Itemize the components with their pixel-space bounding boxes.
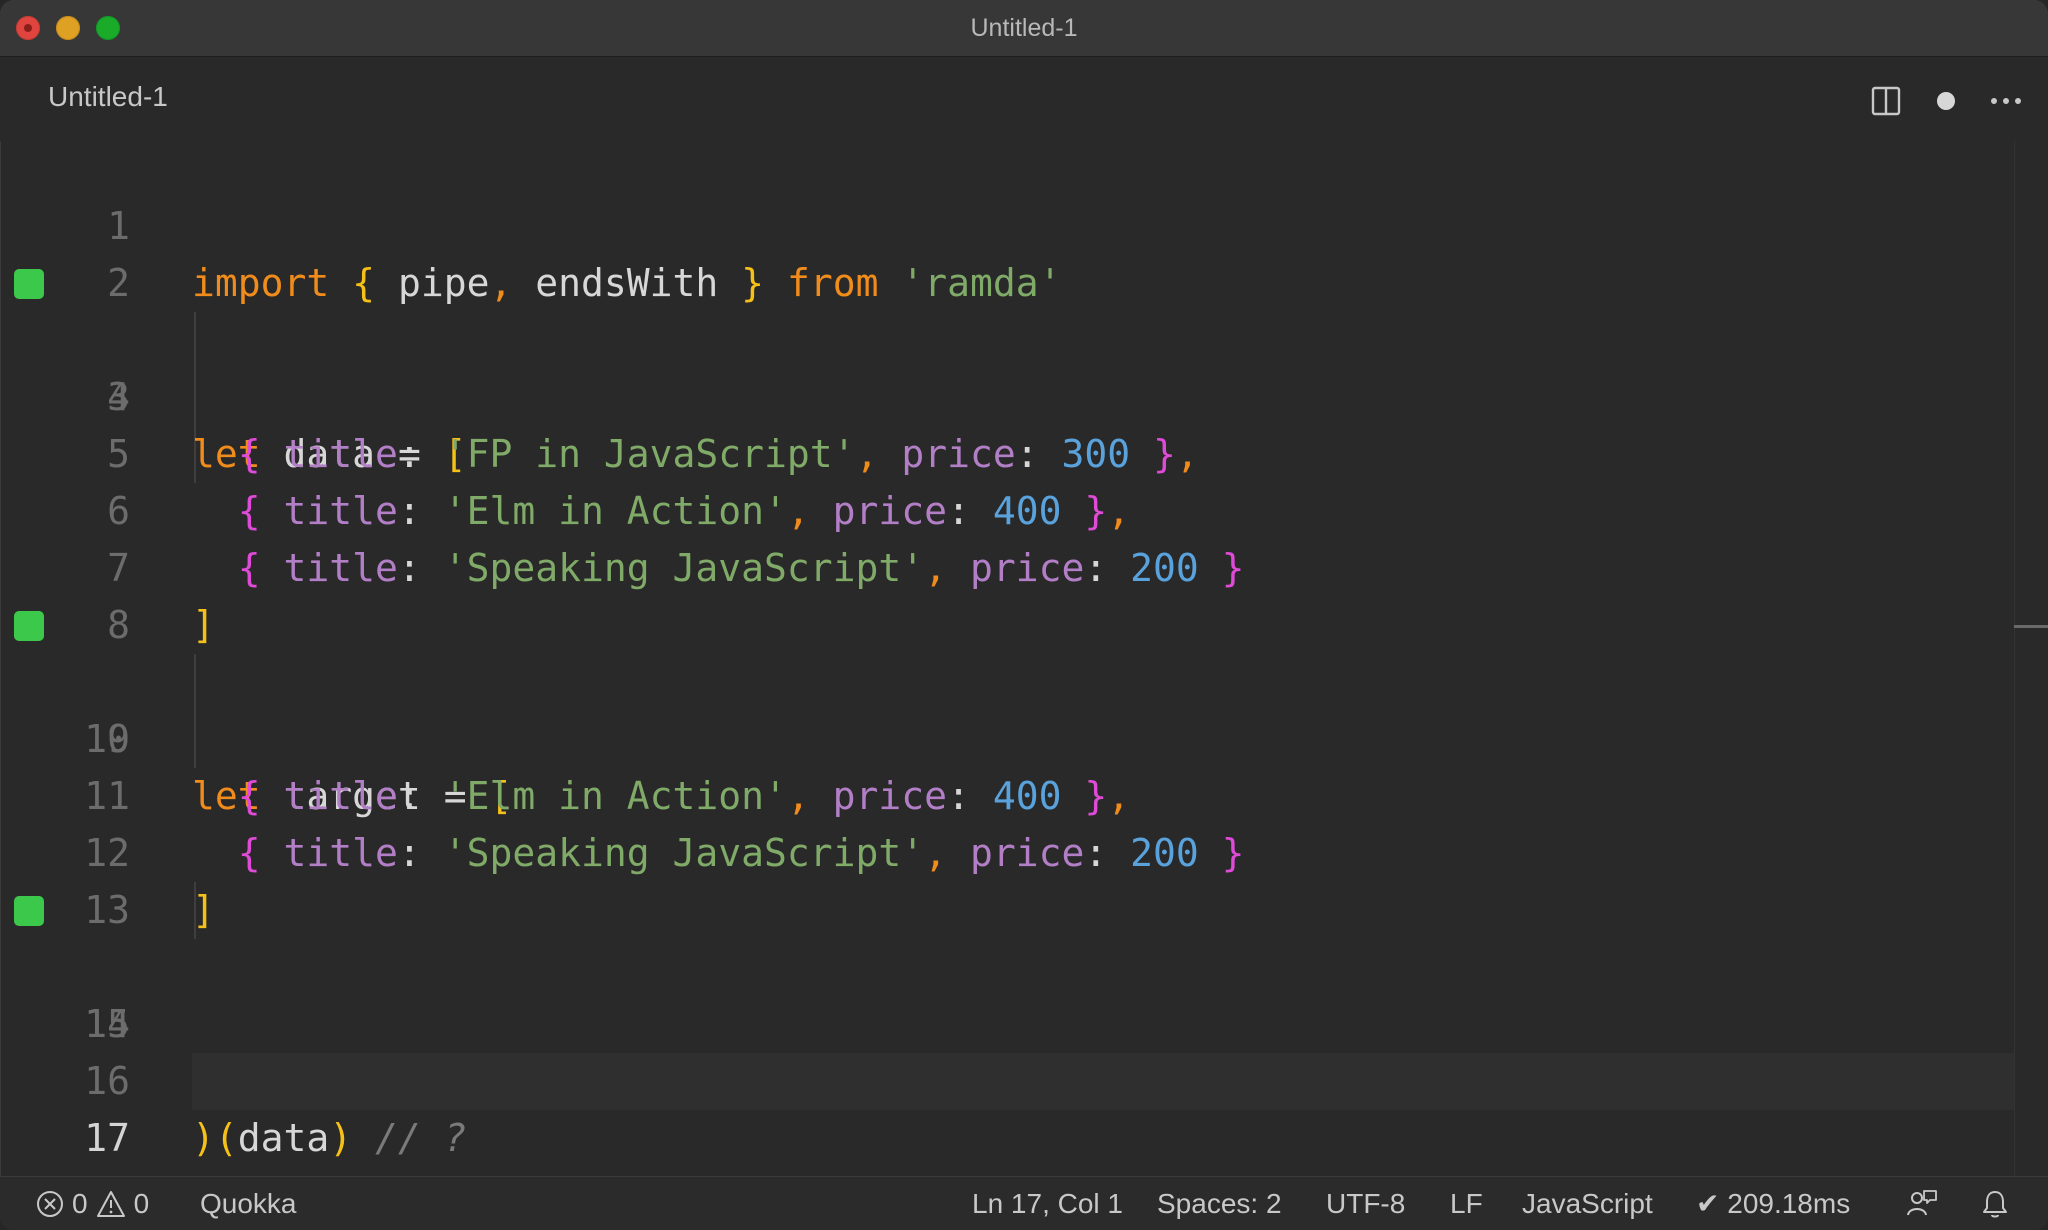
code-line[interactable]: 3 let data = [ <box>0 255 2014 476</box>
split-editor-icon[interactable] <box>1866 81 1906 121</box>
encoding-setting[interactable]: UTF-8 <box>1326 1177 1405 1230</box>
more-actions-icon[interactable] <box>1986 81 2026 121</box>
unsaved-dot-icon[interactable] <box>1926 81 1966 121</box>
editor-actions <box>1866 81 2026 121</box>
warning-icon <box>96 1191 125 1217</box>
current-line-highlight[interactable] <box>192 1053 2014 1110</box>
editor-window: Untitled-1 Untitled-1 1 import { pipe, e… <box>0 0 2048 1230</box>
status-bar: 0 0 Quokka Ln 17, Col 1 Spaces: 2 UTF-8 … <box>0 1176 2048 1230</box>
code-line[interactable]: 10 { title: 'Elm in Action', price: 400 … <box>0 654 2014 818</box>
error-icon <box>37 1191 63 1217</box>
scrollbar-cursor-mark <box>2014 625 2048 628</box>
quokka-coverage-marker <box>14 896 44 926</box>
code-line[interactable]: 6 { title: 'Speaking JavaScript', price:… <box>0 426 2014 590</box>
code-line[interactable]: 15 endsWith(target) <box>0 939 2014 1103</box>
code-line[interactable]: 1 import { pipe, endsWith } from 'ramda' <box>0 141 2014 305</box>
quokka-timing[interactable]: ✔ 209.18ms <box>1696 1177 1850 1230</box>
language-mode[interactable]: JavaScript <box>1522 1177 1653 1230</box>
warning-count: 0 <box>133 1188 150 1219</box>
code-line[interactable]: 4 { title: 'FP in JavaScript', price: 30… <box>0 312 2014 476</box>
problems-indicator[interactable]: 0 0 <box>36 1177 149 1230</box>
code-line[interactable]: 9 let target = [ <box>0 597 2014 818</box>
notifications-bell-icon[interactable] <box>1982 1177 2008 1230</box>
quokka-coverage-marker <box>14 611 44 641</box>
code-line[interactable]: 16 )(data) // ? <box>0 996 2014 1160</box>
line-ending-setting[interactable]: LF <box>1450 1177 1483 1230</box>
code-line[interactable]: 8 <box>0 540 2014 647</box>
code-line[interactable]: 5 { title: 'Elm in Action', price: 400 }… <box>0 369 2014 533</box>
quokka-coverage-marker <box>14 269 44 299</box>
window-title: Untitled-1 <box>970 14 1078 42</box>
title-bar: Untitled-1 <box>0 0 2048 57</box>
tab-bar: Untitled-1 <box>0 57 2048 141</box>
error-count: 0 <box>72 1188 88 1219</box>
code-line[interactable]: 12 ] <box>0 768 2014 932</box>
code-line[interactable]: 11 { title: 'Speaking JavaScript', price… <box>0 711 2014 875</box>
code-line[interactable]: 7 ] <box>0 483 2014 647</box>
code-line[interactable]: 2 <box>0 198 2014 305</box>
code-line[interactable]: 14 pipe( true <box>0 882 2014 1103</box>
feedback-icon[interactable] <box>1906 1177 1938 1230</box>
line-code: )(data) // ? <box>192 1116 467 1160</box>
cursor-position[interactable]: Ln 17, Col 1 <box>972 1177 1123 1230</box>
vertical-scrollbar[interactable] <box>2014 141 2048 1177</box>
code-editor[interactable]: 1 import { pipe, endsWith } from 'ramda'… <box>0 141 2048 1177</box>
code-line[interactable]: 17 <box>0 1053 192 1160</box>
code-line[interactable]: 13 <box>0 825 2014 932</box>
indentation-setting[interactable]: Spaces: 2 <box>1157 1177 1282 1230</box>
line-number: 17 <box>84 1116 130 1160</box>
quokka-status[interactable]: Quokka <box>200 1177 297 1230</box>
tab-untitled-1[interactable]: Untitled-1 <box>48 81 168 113</box>
